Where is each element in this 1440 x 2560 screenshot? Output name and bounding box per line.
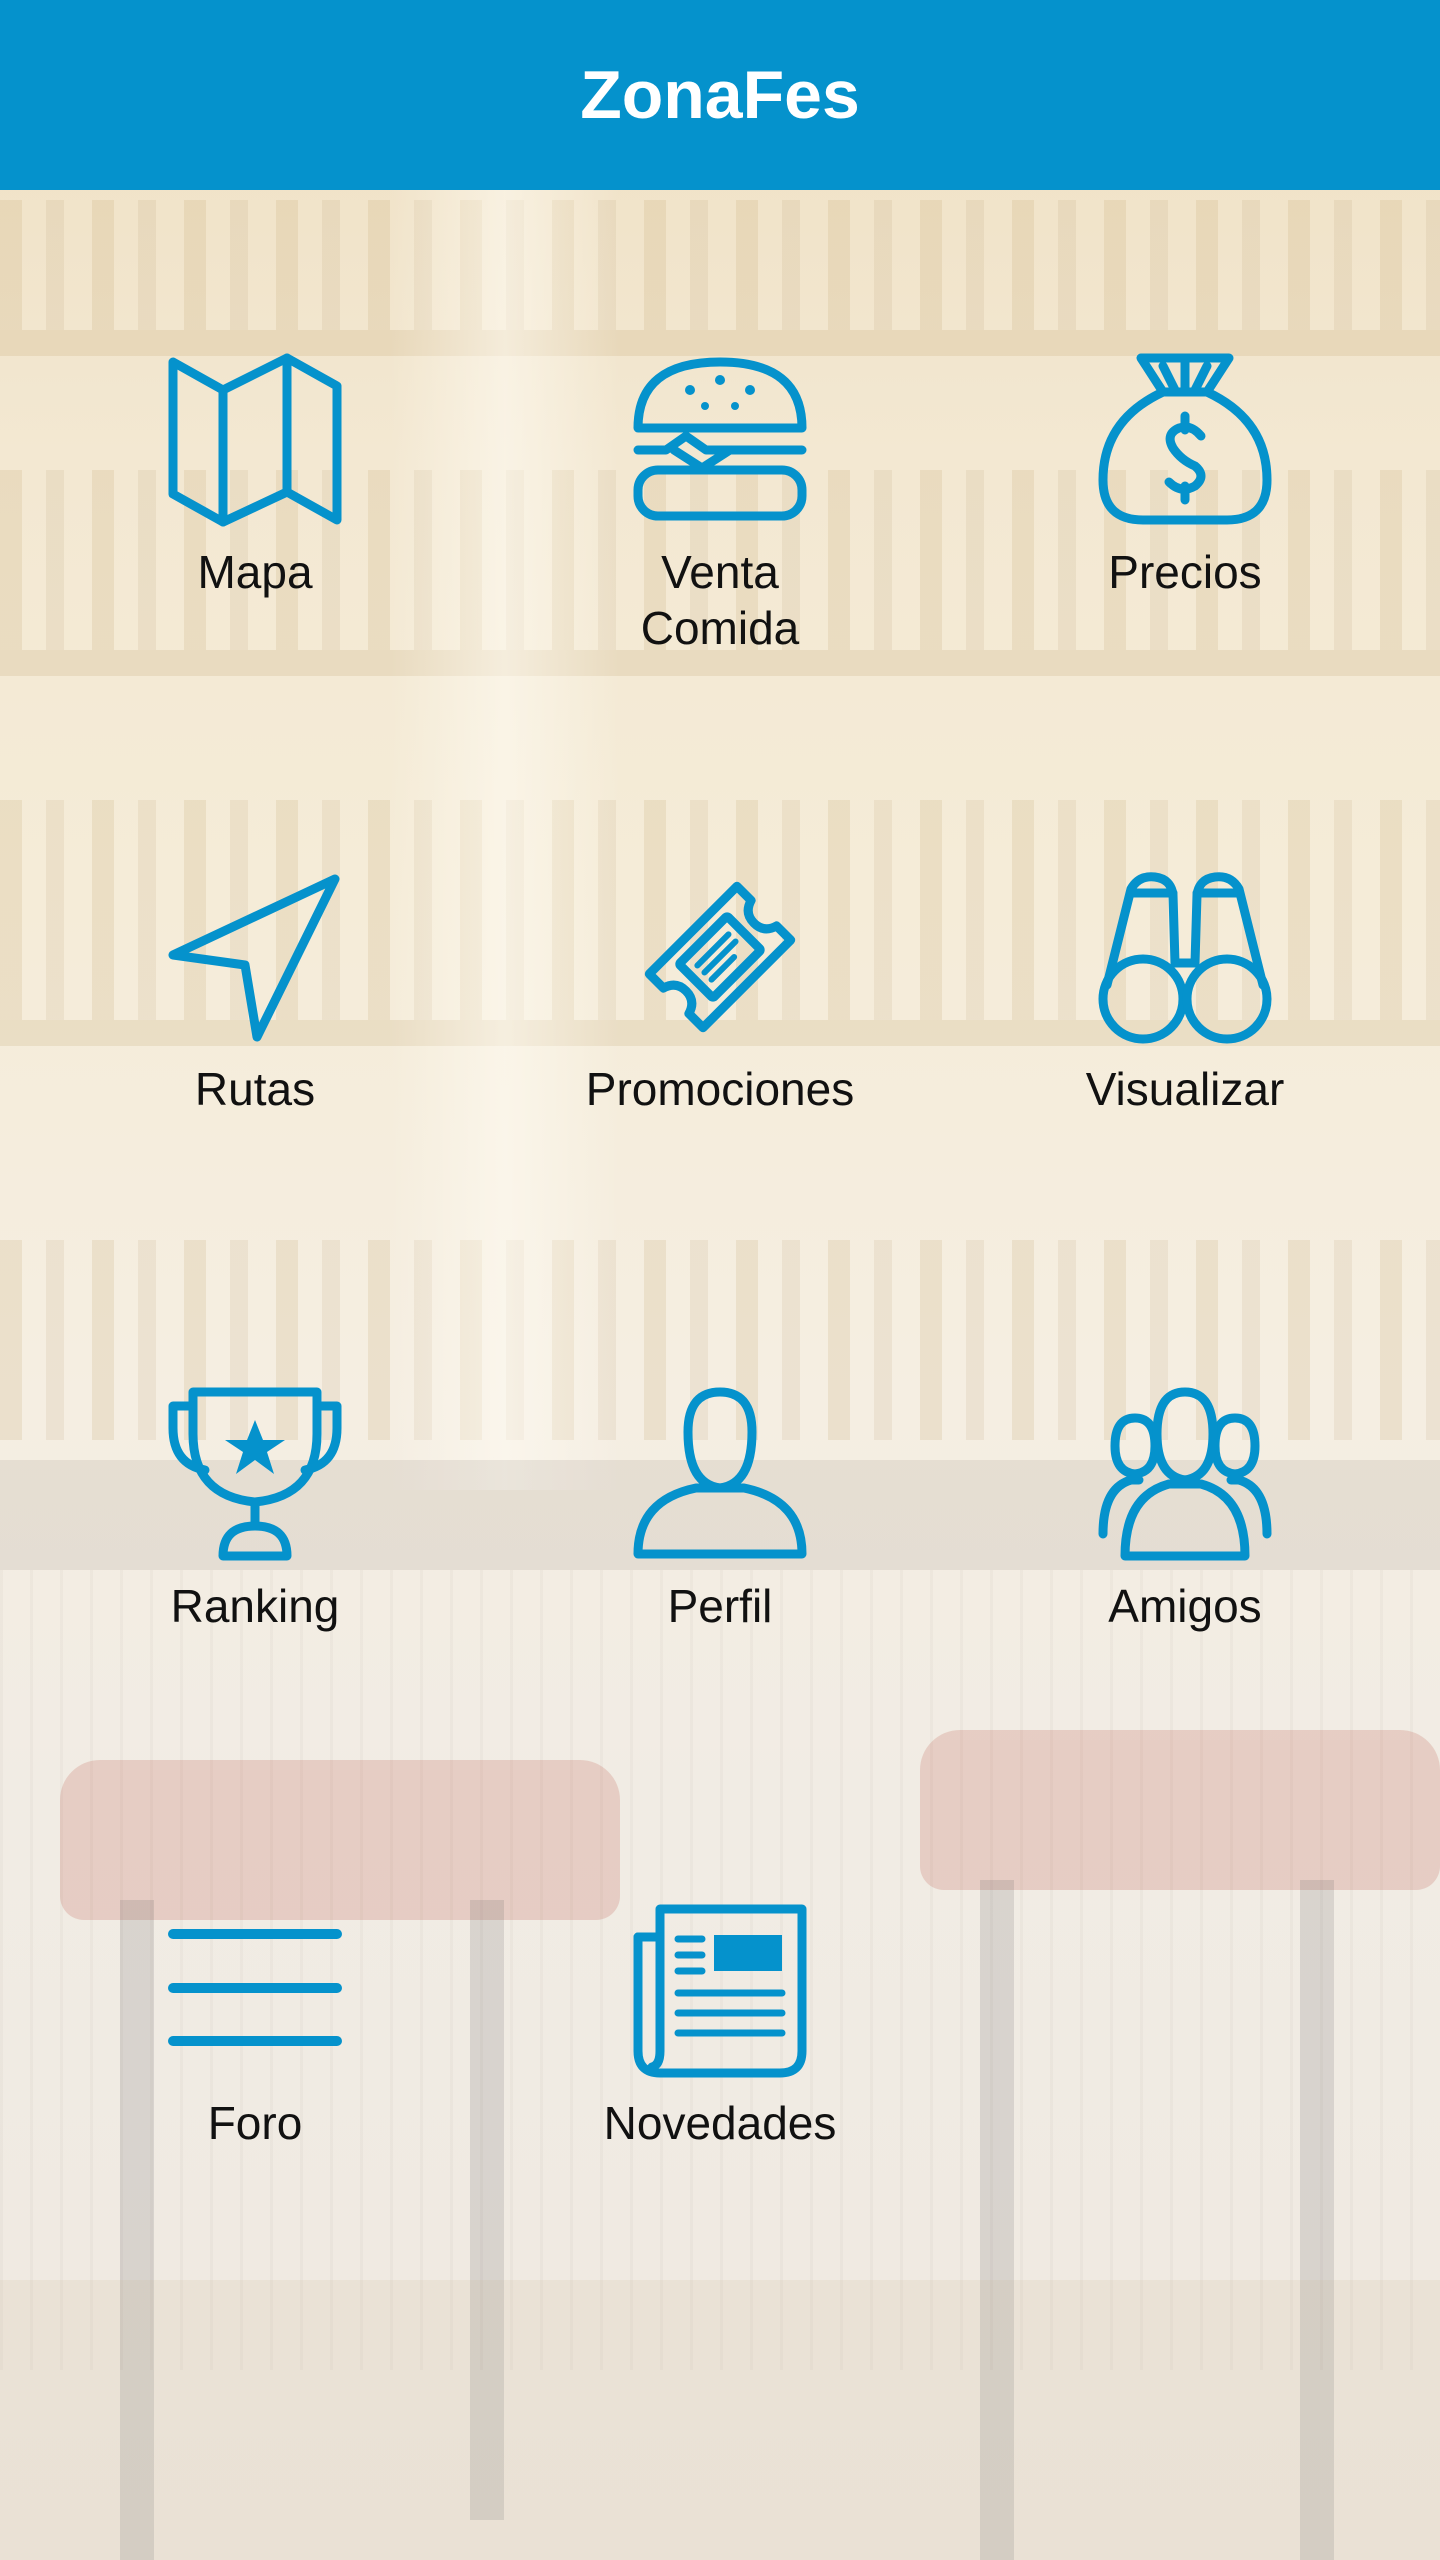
menu-item-perfil[interactable]: Perfil — [510, 1384, 930, 1724]
menu-item-amigos[interactable]: Amigos — [975, 1384, 1395, 1724]
app-title: ZonaFes — [580, 57, 860, 133]
group-icon — [1095, 1384, 1275, 1564]
menu-item-foro[interactable]: Foro — [45, 1901, 465, 2241]
ticket-icon — [630, 867, 810, 1047]
menu-item-label: Ranking — [170, 1580, 340, 1632]
menu-item-label: Mapa — [197, 546, 313, 598]
menu-lines-icon — [165, 1901, 345, 2081]
menu-item-label: Rutas — [194, 1063, 316, 1115]
user-icon — [630, 1384, 810, 1564]
menu-item-visualizar[interactable]: Visualizar — [975, 867, 1395, 1207]
menu-item-label: Perfil — [667, 1580, 773, 1632]
menu-item-venta-comida[interactable]: Venta Comida — [510, 350, 930, 690]
menu-item-label: Amigos — [1108, 1580, 1262, 1632]
menu-item-label: Foro — [207, 2097, 303, 2149]
menu-item-label: Novedades — [603, 2097, 837, 2149]
binoculars-icon — [1095, 867, 1275, 1047]
app-bar: ZonaFes — [0, 0, 1440, 190]
burger-icon — [630, 350, 810, 530]
menu-item-label: Visualizar — [1085, 1063, 1285, 1115]
menu-item-ranking[interactable]: Ranking — [45, 1384, 465, 1724]
money-bag-icon — [1095, 350, 1275, 530]
menu-item-label: Promociones — [585, 1063, 855, 1115]
menu-item-precios[interactable]: Precios — [975, 350, 1395, 690]
menu-item-promociones[interactable]: Promociones — [510, 867, 930, 1207]
map-icon — [165, 350, 345, 530]
navigation-arrow-icon — [165, 867, 345, 1047]
menu-item-label: Venta Comida — [640, 546, 800, 654]
menu-item-mapa[interactable]: Mapa — [45, 350, 465, 690]
menu-item-label: Precios — [1108, 546, 1262, 598]
menu-item-novedades[interactable]: Novedades — [510, 1901, 930, 2241]
newspaper-icon — [630, 1901, 810, 2081]
menu-item-rutas[interactable]: Rutas — [45, 867, 465, 1207]
trophy-icon — [165, 1384, 345, 1564]
